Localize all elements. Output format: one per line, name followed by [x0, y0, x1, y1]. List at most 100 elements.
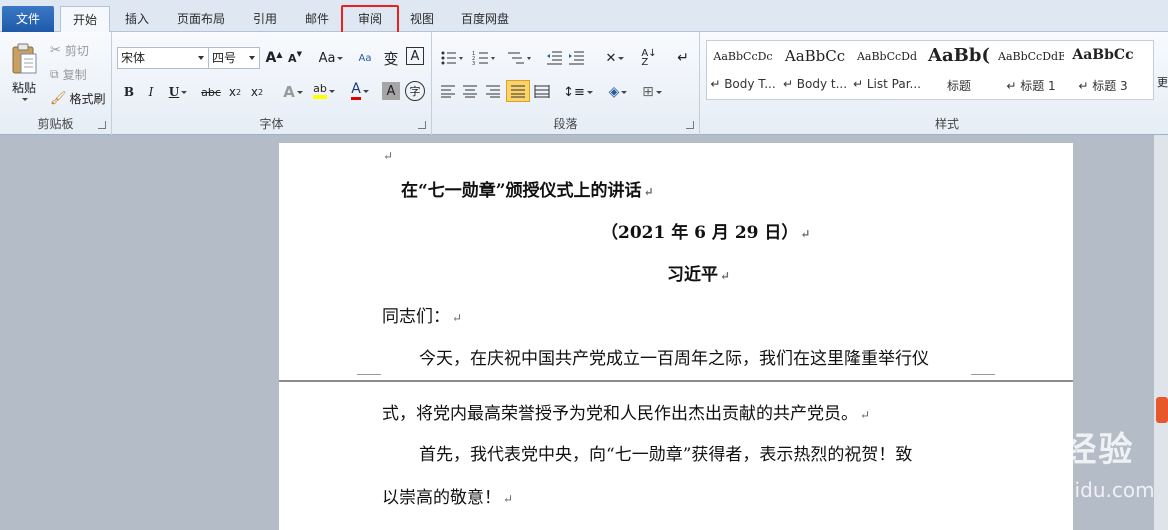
font-color-icon: A [351, 82, 361, 100]
page-break-line [279, 380, 1073, 382]
paragraph-1-line-2[interactable]: 式，将党内最高荣誉授予为党和人民作出杰出贡献的共产党员。 ↵ [382, 399, 870, 424]
document-title[interactable]: 在“七一勋章”颁授仪式上的讲话 ↵ [401, 176, 654, 201]
paragraph-mark: ↵ [452, 311, 463, 325]
shrink-font-button[interactable]: A ▼ [286, 48, 304, 68]
paragraph-2-line-1[interactable]: 首先，我代表党中央，向“七一勋章”获得者，表示热烈的祝贺！致 [419, 440, 912, 465]
superscript-button[interactable]: x2 [248, 82, 266, 102]
justify-icon [511, 85, 525, 98]
strikethrough-button[interactable]: abc [200, 82, 222, 102]
italic-button[interactable]: I [142, 82, 160, 102]
tab-insert[interactable]: 插入 [114, 6, 160, 32]
style-sample: AaBbCc [784, 47, 846, 65]
clear-format-icon[interactable]: Aa [355, 47, 375, 69]
distributed-icon[interactable] [534, 84, 550, 98]
paste-icon [12, 43, 37, 74]
align-left-icon[interactable] [440, 84, 456, 98]
style-sample: AaBbCcDd [856, 50, 918, 63]
multilevel-list-icon[interactable] [506, 50, 532, 66]
style-name: ↵ Body T... [710, 77, 776, 91]
ribbon-tab-bar: 文件 开始 插入 页面布局 引用 邮件 审阅 视图 百度网盘 [0, 0, 1168, 34]
style-heading-3[interactable]: AaBbCc ↵ 标题 3 [1067, 41, 1139, 99]
paste-button[interactable]: 粘贴 [4, 38, 44, 106]
align-right-icon[interactable] [485, 84, 501, 98]
font-color-button[interactable]: A [346, 80, 374, 102]
tab-file[interactable]: 文件 [2, 6, 54, 32]
style-title[interactable]: AaBb( 标题 [923, 41, 995, 99]
underline-button[interactable]: U [164, 82, 192, 102]
brush-icon: 🖌 [50, 90, 67, 106]
cut-button[interactable]: ✂ 剪切 [50, 41, 89, 59]
bold-button[interactable]: B [120, 82, 138, 102]
format-painter-button[interactable]: 🖌 格式刷 [50, 89, 106, 107]
author-text: 习近平 [667, 265, 718, 285]
title-text: 在“七一勋章”颁授仪式上的讲话 [401, 181, 642, 201]
tab-baidu-netdisk[interactable]: 百度网盘 [450, 6, 520, 32]
numbering-icon[interactable]: 123 [472, 50, 496, 66]
paragraph-mark: ↵ [800, 227, 811, 241]
chinese-layout-icon[interactable]: ✕ [602, 48, 628, 68]
decrease-indent-icon[interactable] [546, 50, 564, 66]
paragraph-group-label: 段落 [553, 117, 578, 131]
line-spacing-icon[interactable]: ↕≡ [563, 82, 593, 102]
tab-page-layout[interactable]: 页面布局 [166, 6, 236, 32]
align-center-icon[interactable] [462, 84, 478, 98]
shading-icon[interactable]: ◈ [604, 82, 632, 102]
paragraph-text: 以崇高的敬意！ [382, 488, 501, 508]
style-heading-1[interactable]: AaBbCcDdE ↵ 标题 1 [995, 41, 1067, 99]
font-name-value: 宋体 [121, 51, 146, 65]
change-case-button[interactable]: Aa [318, 48, 344, 68]
clipboard-group-label: 剪贴板 [37, 117, 74, 131]
copy-button[interactable]: ⧉ 复制 [50, 65, 87, 83]
borders-icon[interactable]: ⊞ [638, 82, 666, 102]
document-author[interactable]: 习近平 ↵ [667, 260, 730, 285]
tab-references[interactable]: 引用 [242, 6, 288, 32]
font-size-combo[interactable]: 四号 [208, 47, 260, 69]
paragraph-text: 首先，我代表党中央，向“七一勋章”获得者，表示热烈的祝贺！致 [419, 445, 913, 465]
increase-indent-icon[interactable] [568, 50, 586, 66]
paragraph-mark: ↵ [503, 492, 514, 506]
chevron-down-icon [198, 56, 204, 60]
font-name-combo[interactable]: 宋体 [117, 47, 209, 69]
salutation[interactable]: 同志们： ↵ [382, 302, 462, 327]
sort-icon[interactable]: A↓ Z [638, 48, 660, 68]
clipboard-group: 粘贴 ✂ 剪切 ⧉ 复制 🖌 格式刷 剪贴板 [0, 32, 112, 135]
tab-view[interactable]: 视图 [402, 6, 442, 32]
character-border-icon[interactable]: A [406, 47, 424, 65]
tab-mailings[interactable]: 邮件 [294, 6, 340, 32]
text-effects-button[interactable]: A [280, 82, 306, 102]
character-shading-icon[interactable]: A [382, 82, 400, 100]
change-styles-button[interactable]: 更 [1157, 72, 1168, 92]
change-case-label: Aa [318, 50, 336, 66]
font-launcher-icon[interactable] [418, 121, 426, 129]
highlight-color-button[interactable]: ab [310, 80, 338, 102]
grow-font-button[interactable]: A ▲ [265, 48, 283, 68]
phonetic-guide-icon[interactable]: 变 [380, 47, 402, 69]
tab-home[interactable]: 开始 [60, 6, 110, 33]
style-body-text-2[interactable]: AaBbCc ↵ Body t... [779, 41, 851, 99]
chevron-down-icon [249, 56, 255, 60]
tab-review[interactable]: 审阅 [341, 5, 399, 34]
salutation-text: 同志们： [382, 307, 450, 327]
subscript-button[interactable]: x2 [226, 82, 244, 102]
clipboard-launcher-icon[interactable] [98, 121, 106, 129]
paragraph-mark: ↵ [643, 185, 654, 199]
show-marks-icon[interactable]: ↵ [674, 48, 692, 68]
paragraph-2-line-2[interactable]: 以崇高的敬意！ ↵ [382, 483, 513, 508]
style-list-paragraph[interactable]: AaBbCcDd ↵ List Par... [851, 41, 923, 99]
style-sample: AaBbCcDdE [998, 50, 1064, 63]
bullets-icon[interactable] [440, 50, 464, 66]
style-body-text[interactable]: AaBbCcDc ↵ Body T... [707, 41, 779, 99]
cut-label: 剪切 [64, 43, 89, 58]
enclose-characters-icon[interactable]: 字 [405, 81, 425, 101]
style-sample: AaBb( [928, 45, 990, 66]
style-name: ↵ Body t... [782, 77, 848, 91]
document-page[interactable]: ↵ 在“七一勋章”颁授仪式上的讲话 ↵ （2021 年 6 月 29 日） ↵ 习近… [279, 143, 1073, 530]
justify-button[interactable] [506, 80, 530, 102]
document-date[interactable]: （2021 年 6 月 29 日） ↵ [601, 218, 810, 243]
ribbon-home: 粘贴 ✂ 剪切 ⧉ 复制 🖌 格式刷 剪贴板 宋体 四号 A ▲ A ▼ Aa Aa… [0, 32, 1168, 135]
style-name: ↵ 标题 1 [1006, 79, 1056, 93]
paragraph-text: 今天，在庆祝中国共产党成立一百周年之际，我们在这里隆重举行仪 [419, 349, 929, 369]
paragraph-launcher-icon[interactable] [686, 121, 694, 129]
paragraph-1-line-1[interactable]: 今天，在庆祝中国共产党成立一百周年之际，我们在这里隆重举行仪 [419, 344, 929, 369]
paste-dropdown-arrow[interactable] [22, 98, 28, 101]
